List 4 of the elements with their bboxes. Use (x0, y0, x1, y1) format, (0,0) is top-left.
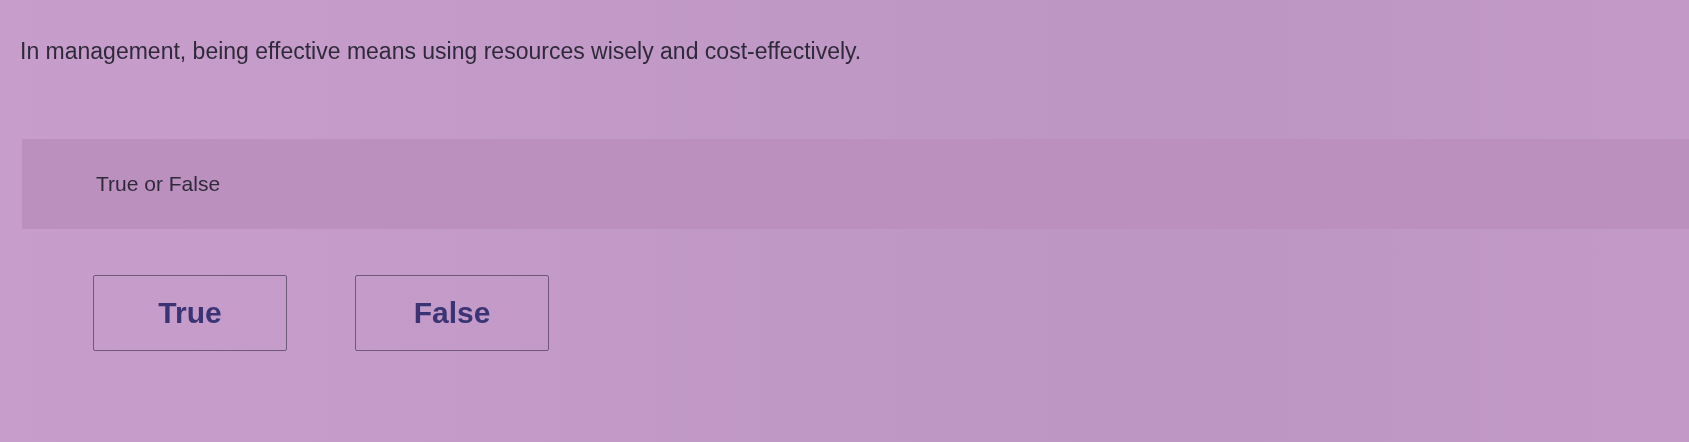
answer-button[interactable]: True (93, 275, 287, 351)
question-text: In management, being effective means using resources wisely and cost-effectively. (20, 38, 863, 65)
answer-button[interactable]: False (355, 275, 549, 351)
prompt-text: True or False (96, 172, 221, 196)
